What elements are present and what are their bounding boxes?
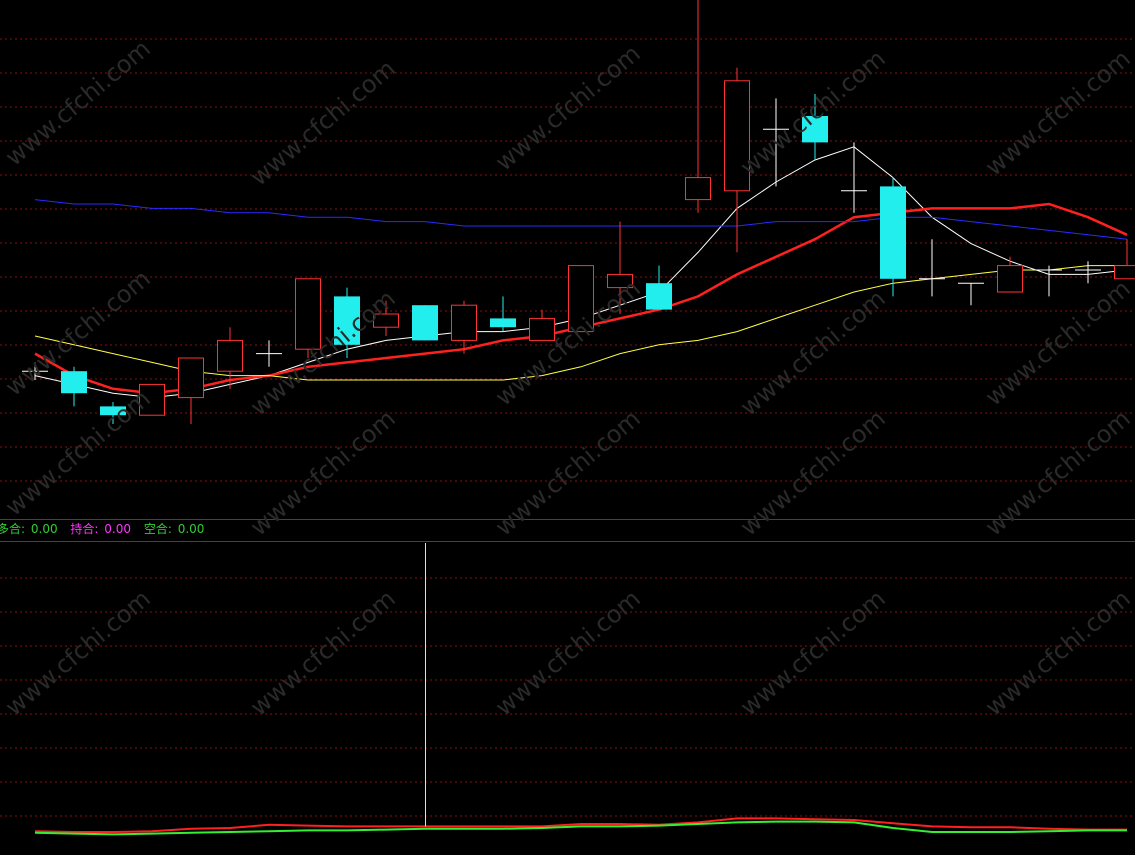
stock-chart: 3.30 — [0, 0, 1135, 836]
candle-body — [880, 186, 906, 279]
candle-body — [412, 305, 438, 341]
candle-body — [139, 383, 165, 416]
candle-body — [100, 406, 126, 416]
candle-body — [802, 116, 828, 143]
candle-body — [685, 177, 711, 201]
ma-line-3 — [34, 199, 1128, 240]
legend-bear-name: 空合: — [143, 522, 172, 536]
candle-body — [61, 371, 87, 394]
legend-bull-value: 0.00 — [30, 522, 58, 536]
legend-hold-value: 0.00 — [104, 522, 132, 536]
indicator-line-0 — [34, 817, 1127, 833]
candle-body — [529, 317, 555, 341]
legend-item-bull: 多合: 0.00 — [0, 522, 61, 536]
candle-body — [607, 273, 633, 289]
candle-body — [1114, 265, 1135, 280]
indicator-legend: 多合: 0.00 持合: 0.00 空合: 0.00 — [0, 520, 213, 537]
candle-body — [334, 296, 360, 345]
candle-body — [997, 265, 1023, 293]
candle-body — [178, 357, 204, 399]
candle-body — [217, 339, 243, 372]
legend-item-hold: 持合: 0.00 — [70, 522, 134, 536]
candle-body — [490, 318, 516, 328]
candle-body — [646, 283, 672, 310]
legend-bear-value: 0.00 — [177, 522, 205, 536]
candle-body — [373, 313, 399, 328]
legend-hold-name: 持合: — [70, 522, 99, 536]
legend-bull-name: 多合: — [0, 522, 26, 536]
candle-body — [724, 80, 750, 192]
candle-body — [451, 304, 477, 341]
legend-item-bear: 空合: 0.00 — [144, 522, 205, 536]
candle-body — [568, 265, 594, 333]
candle-body — [295, 278, 321, 350]
